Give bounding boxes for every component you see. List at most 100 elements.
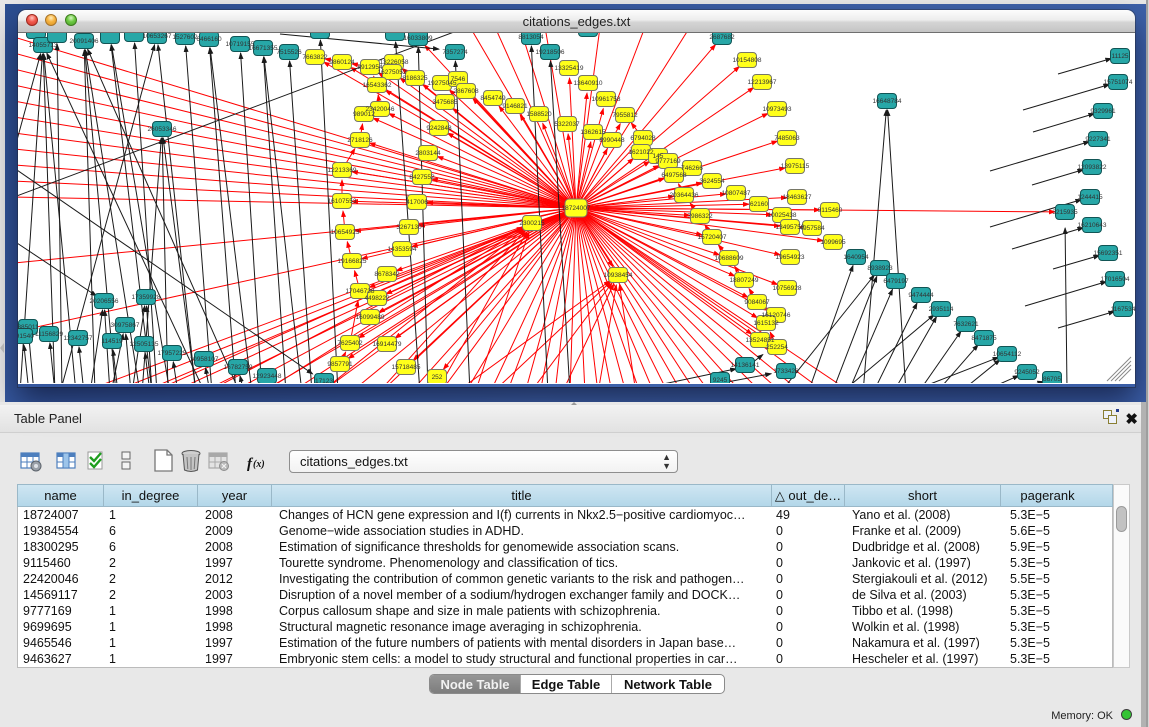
svg-text:1621022: 1621022 [628,149,654,156]
svg-text:3267130: 3267130 [396,224,422,231]
svg-text:9146821: 9146821 [502,103,528,110]
svg-text:16782759: 16782759 [224,364,253,371]
svg-text:12505135: 12505135 [130,341,159,348]
svg-text:8427552: 8427552 [409,174,435,181]
svg-text:10973493: 10973493 [763,106,792,113]
svg-text:15751074: 15751074 [1104,79,1133,86]
svg-text:746266: 746266 [681,165,703,172]
svg-text:16120746: 16120746 [762,312,791,319]
svg-text:7955812: 7955812 [612,112,638,119]
svg-text:252254: 252254 [766,344,788,351]
svg-text:7485063: 7485063 [774,135,800,142]
svg-text:6497568: 6497568 [661,172,687,179]
svg-text:7632621: 7632621 [953,321,979,328]
svg-text:14136141: 14136141 [731,362,760,369]
svg-text:2687682: 2687682 [709,34,735,41]
svg-text:1362615: 1362615 [580,129,606,136]
svg-text:13524851: 13524851 [746,337,775,344]
svg-text:17957225: 17957225 [158,350,187,357]
svg-text:1588520: 1588520 [526,111,552,118]
svg-text:16033809: 16033809 [404,35,433,42]
svg-text:13226058: 13226058 [380,59,409,66]
svg-text:17123: 17123 [315,378,333,383]
svg-text:12923448: 12923448 [253,373,282,380]
svg-text:1099695: 1099695 [820,239,846,246]
svg-text:8454749: 8454749 [480,95,506,102]
svg-text:2718126: 2718126 [347,137,373,144]
svg-text:10807487: 10807487 [722,190,751,197]
svg-text:9245: 9245 [713,377,728,383]
svg-text:9242848: 9242848 [426,125,452,132]
svg-text:9474444: 9474444 [908,292,934,299]
svg-text:20206556: 20206556 [90,298,119,305]
svg-text:8938923: 8938923 [867,265,893,272]
svg-text:12213369: 12213369 [328,167,357,174]
svg-text:18724007: 18724007 [562,205,591,212]
svg-text:62160: 62160 [750,201,768,208]
svg-text:2867608: 2867608 [453,88,479,95]
svg-text:(x): (x) [253,459,265,470]
svg-text:7663822: 7663822 [302,54,328,61]
svg-text:10756928: 10756928 [773,285,802,292]
svg-text:4498222: 4498222 [364,295,390,302]
svg-text:9857791: 9857791 [327,361,353,368]
svg-text:20091406: 20091406 [70,38,99,45]
svg-text:1527602: 1527602 [172,34,198,41]
svg-text:7546: 7546 [451,76,466,83]
svg-text:30975867: 30975867 [111,322,140,329]
svg-text:7625402: 7625402 [337,340,363,347]
svg-text:12213967: 12213967 [748,79,777,86]
svg-text:16914479: 16914479 [373,341,402,348]
svg-text:1244415: 1244415 [1077,194,1103,201]
svg-text:16210643: 16210643 [1078,222,1107,229]
svg-text:6479197: 6479197 [883,278,909,285]
svg-text:3475685: 3475685 [432,99,458,106]
svg-text:6466160: 6466160 [196,36,222,43]
svg-text:114519: 114519 [101,338,123,345]
svg-text:16671355: 16671355 [249,45,278,52]
svg-text:86705: 86705 [1043,376,1061,383]
svg-text:19654923: 19654923 [776,254,805,261]
svg-text:19218506: 19218506 [536,49,565,56]
svg-text:16543362: 16543362 [363,82,392,89]
svg-text:17046738: 17046738 [346,288,375,295]
svg-text:2300215: 2300215 [519,220,545,227]
svg-text:989012: 989012 [353,111,375,118]
svg-text:9084067: 9084067 [744,299,770,306]
svg-text:14055713: 14055713 [29,42,58,49]
svg-text:16648784: 16648784 [873,98,902,105]
svg-text:15692351: 15692351 [1094,250,1123,257]
svg-text:417006: 417006 [406,199,428,206]
svg-text:8813054: 8813054 [518,34,544,41]
svg-text:18807249: 18807249 [730,277,759,284]
svg-text:13325419: 13325419 [555,65,584,72]
svg-text:1733426: 1733426 [773,368,799,375]
svg-text:17359928: 17359928 [132,294,161,301]
svg-text:2935114: 2935114 [929,306,954,313]
svg-text:10653267: 10653267 [143,33,172,40]
svg-text:12342757: 12342757 [64,335,93,342]
svg-text:19166825: 19166825 [338,258,367,265]
svg-text:8186325: 8186325 [402,75,428,82]
svg-text:10654923: 10654923 [331,229,360,236]
svg-text:8990448: 8990448 [599,137,625,144]
svg-text:7515526: 7515526 [276,49,302,56]
svg-text:391540: 391540 [18,333,34,340]
svg-text:9329961: 9329961 [1090,108,1116,115]
svg-text:12093822: 12093822 [1078,164,1107,171]
svg-text:10961758: 10961758 [592,96,621,103]
svg-text:5322037: 5322037 [554,121,580,128]
svg-text:3624554: 3624554 [699,178,725,185]
svg-text:17016504: 17016504 [1101,276,1130,283]
svg-text:11125: 11125 [1111,53,1128,60]
svg-text:15720407: 15720407 [698,234,727,241]
svg-text:9777169: 9777169 [655,158,681,165]
svg-text:7986322: 7986322 [687,213,713,220]
svg-text:10938454: 10938454 [604,272,633,279]
svg-text:10958107: 10958107 [190,356,219,363]
svg-text:26053346: 26053346 [148,126,177,133]
svg-text:13975115: 13975115 [781,163,810,170]
svg-text:10025438: 10025438 [768,212,797,219]
svg-text:8471875: 8471875 [971,335,997,342]
svg-text:252: 252 [432,374,443,381]
